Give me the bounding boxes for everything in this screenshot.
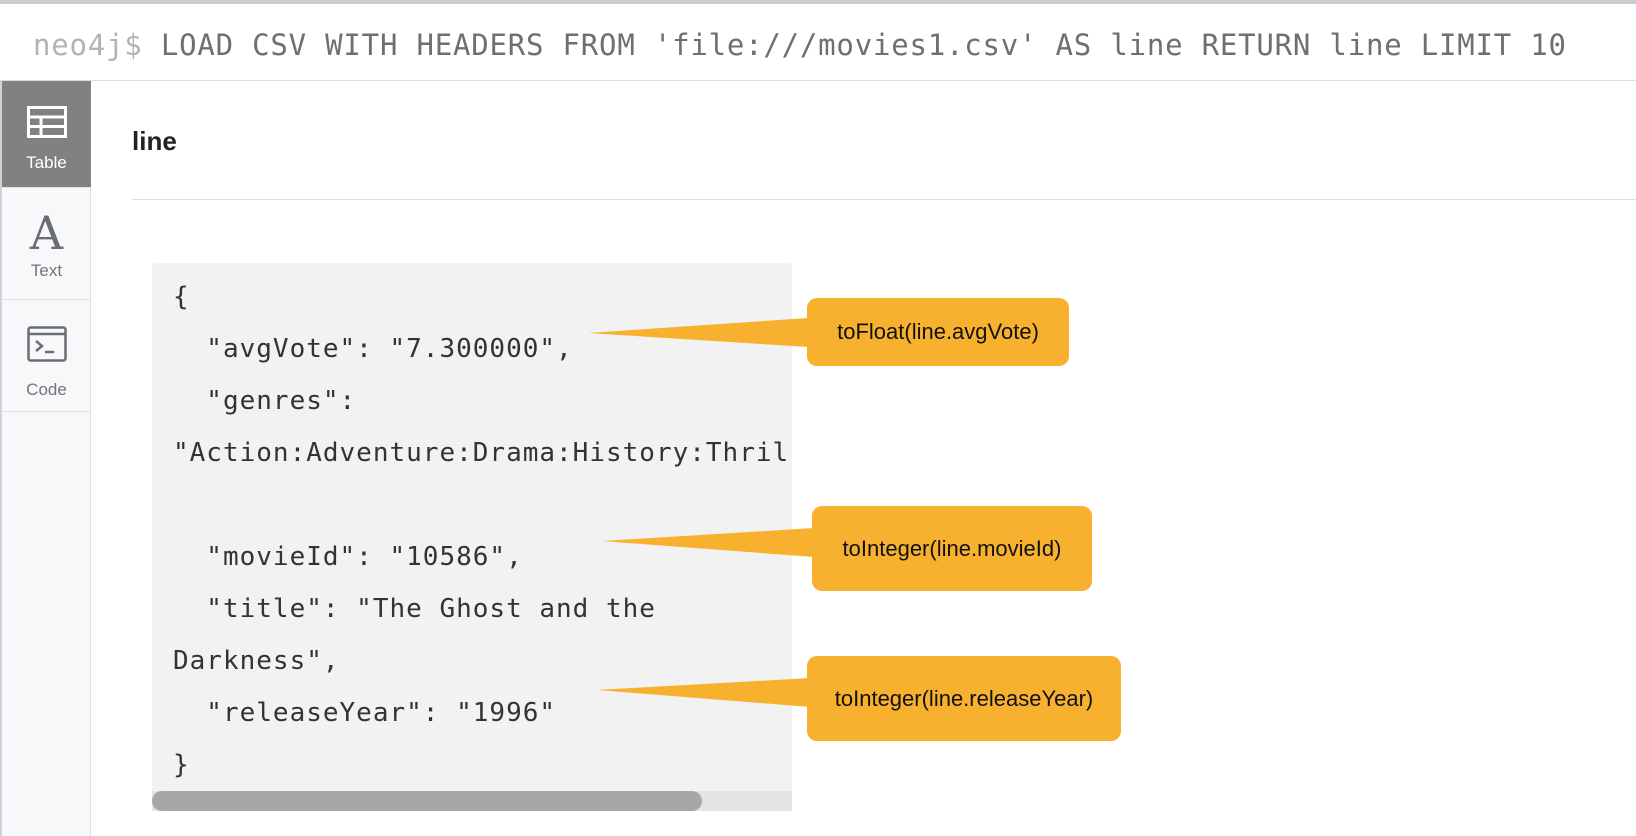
callout-pointer-movieid <box>602 528 814 557</box>
callout-pointer-avgvote <box>588 318 808 347</box>
callout-releaseyear: toInteger(line.releaseYear) <box>807 656 1121 741</box>
callout-avgvote: toFloat(line.avgVote) <box>807 298 1069 366</box>
callout-movieid: toInteger(line.movieId) <box>812 506 1092 591</box>
callout-pointer-releaseyear <box>597 678 810 707</box>
